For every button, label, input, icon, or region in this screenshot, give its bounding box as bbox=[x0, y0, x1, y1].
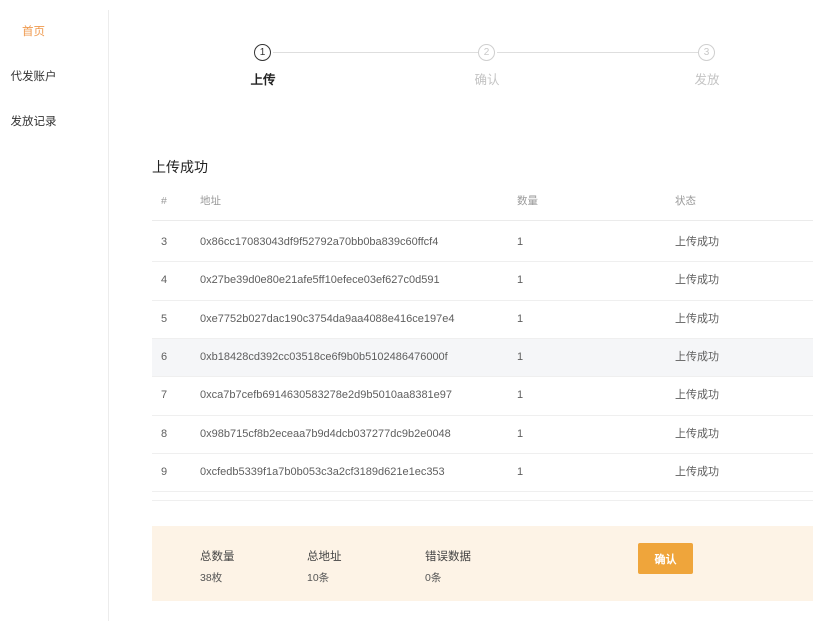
cell-address: 0x86cc17083043df9f52792a70bb0ba839c60ffc… bbox=[200, 236, 439, 248]
upload-summary-panel: 总数量 38枚 总地址 10条 错误数据 0条 确认 bbox=[152, 526, 813, 601]
sidebar: 首页 代发账户 发放记录 bbox=[0, 0, 108, 621]
cell-quantity: 1 bbox=[517, 312, 524, 325]
table-row: 4 0x27be39d0e80e21afe5ff10efece03ef627c0… bbox=[152, 262, 813, 301]
table-row: 9 0xcfedb5339f1a7b0b053c3a2cf3189d621e1e… bbox=[152, 454, 813, 493]
upload-result-table: # 地址 数量 状态 3 0x86cc17083043df9f52792a70b… bbox=[152, 183, 813, 503]
cell-address: 0xca7b7cefb6914630583278e2d9b5010aa8381e… bbox=[200, 389, 453, 402]
cell-index: 4 bbox=[161, 274, 168, 287]
cell-quantity: 1 bbox=[517, 236, 524, 248]
step-distribute: 3 发放 bbox=[667, 40, 747, 90]
cell-quantity: 1 bbox=[517, 350, 524, 363]
table-row: 3 0x86cc17083043df9f52792a70bb0ba839c60f… bbox=[152, 224, 813, 263]
cell-quantity: 1 bbox=[517, 427, 524, 440]
cell-status: 上传成功 bbox=[675, 389, 719, 402]
cell-status: 上传成功 bbox=[675, 312, 719, 325]
stat-error-records: 错误数据 0条 bbox=[425, 550, 515, 590]
table-body-scroll-region[interactable]: 3 0x86cc17083043df9f52792a70bb0ba839c60f… bbox=[152, 224, 813, 493]
stat-total-quantity-label: 总数量 bbox=[200, 551, 235, 563]
column-header-quantity: 数量 bbox=[517, 195, 538, 207]
table-row: 7 0xca7b7cefb6914630583278e2d9b5010aa838… bbox=[152, 377, 813, 416]
step-1-label: 上传 bbox=[250, 73, 276, 87]
cell-address: 0x27be39d0e80e21afe5ff10efece03ef627c0d5… bbox=[200, 274, 440, 287]
column-header-address: 地址 bbox=[200, 195, 221, 207]
step-2-number-badge: 2 bbox=[478, 44, 495, 61]
cell-status: 上传成功 bbox=[675, 427, 719, 440]
step-confirm: 2 确认 bbox=[447, 40, 527, 90]
step-3-number-badge: 3 bbox=[698, 44, 715, 61]
table-bottom-border bbox=[152, 500, 813, 501]
cell-address: 0x98b715cf8b2eceaa7b9d4dcb037277dc9b2e00… bbox=[200, 427, 451, 440]
cell-status: 上传成功 bbox=[675, 274, 719, 287]
cell-index: 8 bbox=[161, 427, 168, 440]
table-row: 5 0xe7752b027dac190c3754da9aa4088e416ce1… bbox=[152, 301, 813, 339]
cell-index: 3 bbox=[161, 236, 168, 248]
cell-index: 9 bbox=[161, 465, 168, 478]
cell-quantity: 1 bbox=[517, 465, 524, 478]
confirm-button[interactable]: 确认 bbox=[638, 543, 693, 574]
stepper: 1 上传 2 确认 3 发放 bbox=[220, 40, 790, 90]
stat-total-quantity: 总数量 38枚 bbox=[200, 550, 290, 590]
stat-total-addresses: 总地址 10条 bbox=[307, 550, 397, 590]
step-1-number-badge: 1 bbox=[254, 44, 271, 61]
step-upload: 1 上传 bbox=[223, 40, 303, 90]
table-row: 8 0x98b715cf8b2eceaa7b9d4dcb037277dc9b2e… bbox=[152, 416, 813, 454]
upload-result-title: 上传成功 bbox=[152, 159, 208, 175]
cell-quantity: 1 bbox=[517, 274, 524, 287]
stat-error-records-value: 0条 bbox=[425, 572, 442, 584]
cell-status: 上传成功 bbox=[675, 350, 719, 363]
step-3-label: 发放 bbox=[694, 73, 720, 87]
stat-error-records-label: 错误数据 bbox=[425, 551, 471, 563]
sidebar-item-payout-accounts[interactable]: 代发账户 bbox=[0, 69, 67, 85]
column-header-index: # bbox=[161, 195, 167, 207]
cell-index: 7 bbox=[161, 389, 168, 402]
stat-total-quantity-value: 38枚 bbox=[200, 572, 223, 584]
table-header: # 地址 数量 状态 bbox=[152, 183, 813, 221]
table-row-hovered: 6 0xb18428cd392cc03518ce6f9b0b5102486476… bbox=[152, 338, 813, 378]
cell-address: 0xe7752b027dac190c3754da9aa4088e416ce197… bbox=[200, 312, 455, 325]
cell-address: 0xb18428cd392cc03518ce6f9b0b510248647600… bbox=[200, 350, 448, 363]
cell-address: 0xcfedb5339f1a7b0b053c3a2cf3189d621e1ec3… bbox=[200, 465, 445, 478]
cell-quantity: 1 bbox=[517, 389, 524, 402]
cell-status: 上传成功 bbox=[675, 236, 719, 248]
cell-index: 6 bbox=[161, 350, 168, 363]
sidebar-item-home[interactable]: 首页 bbox=[0, 24, 67, 40]
cell-index: 5 bbox=[161, 312, 168, 325]
cell-status: 上传成功 bbox=[675, 465, 719, 478]
sidebar-divider bbox=[108, 10, 109, 621]
step-2-label: 确认 bbox=[474, 73, 500, 87]
stat-total-addresses-value: 10条 bbox=[307, 572, 330, 584]
stat-total-addresses-label: 总地址 bbox=[307, 551, 342, 563]
column-header-status: 状态 bbox=[675, 195, 696, 207]
sidebar-item-distribution-records[interactable]: 发放记录 bbox=[0, 114, 67, 130]
